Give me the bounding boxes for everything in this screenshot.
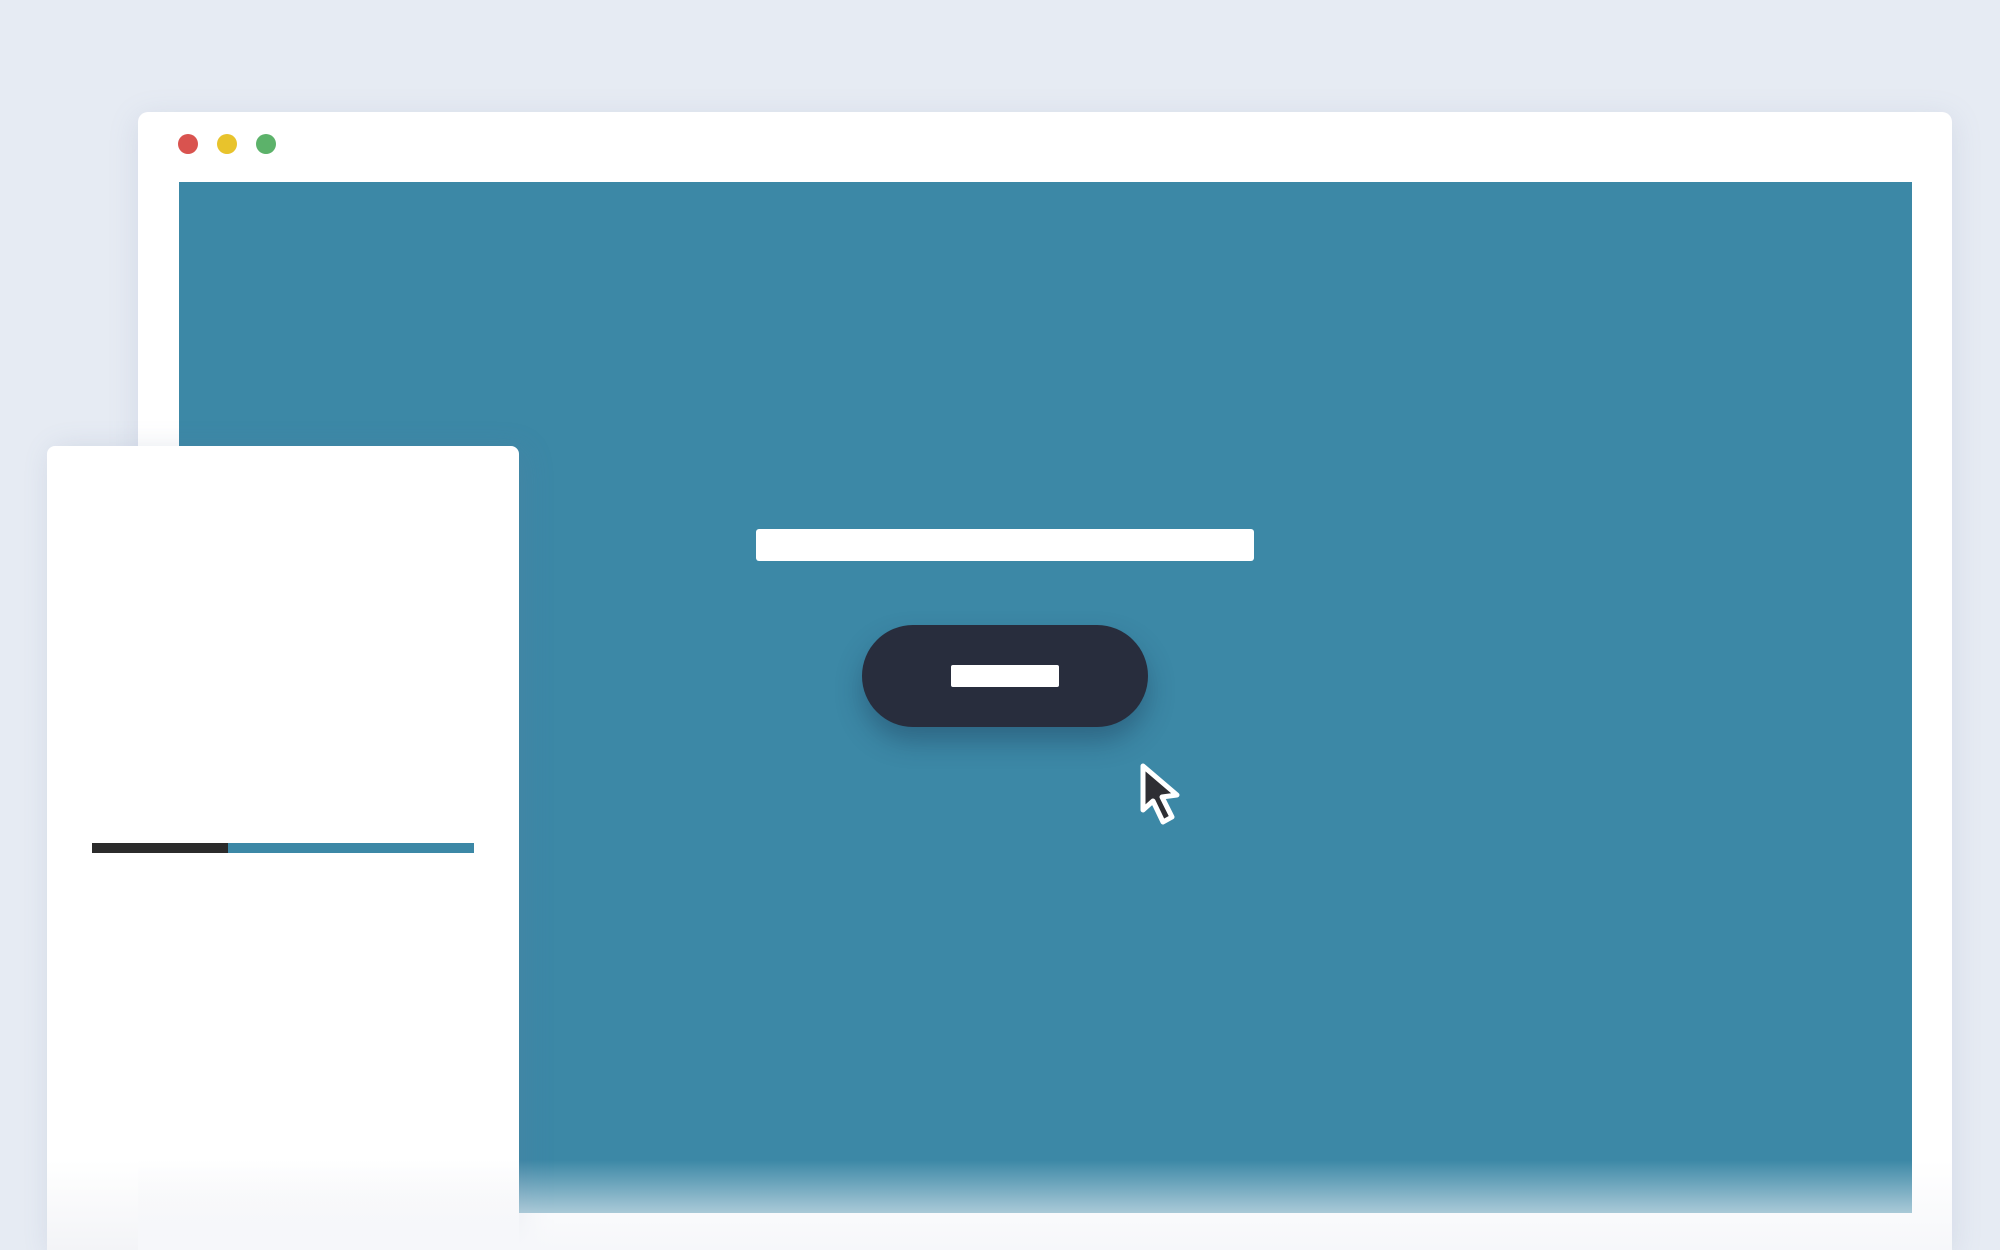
progress-bar-fill [92,843,228,853]
arrow-cursor-icon [1140,763,1180,825]
primary-action-button[interactable] [862,625,1148,727]
side-panel [47,446,519,1250]
button-label-placeholder [951,665,1059,687]
progress-bar [92,843,474,853]
window-controls [178,134,276,154]
maximize-dot[interactable] [256,134,276,154]
close-dot[interactable] [178,134,198,154]
minimize-dot[interactable] [217,134,237,154]
side-panel-bottom-fade [47,1160,519,1250]
text-input[interactable] [756,529,1254,561]
